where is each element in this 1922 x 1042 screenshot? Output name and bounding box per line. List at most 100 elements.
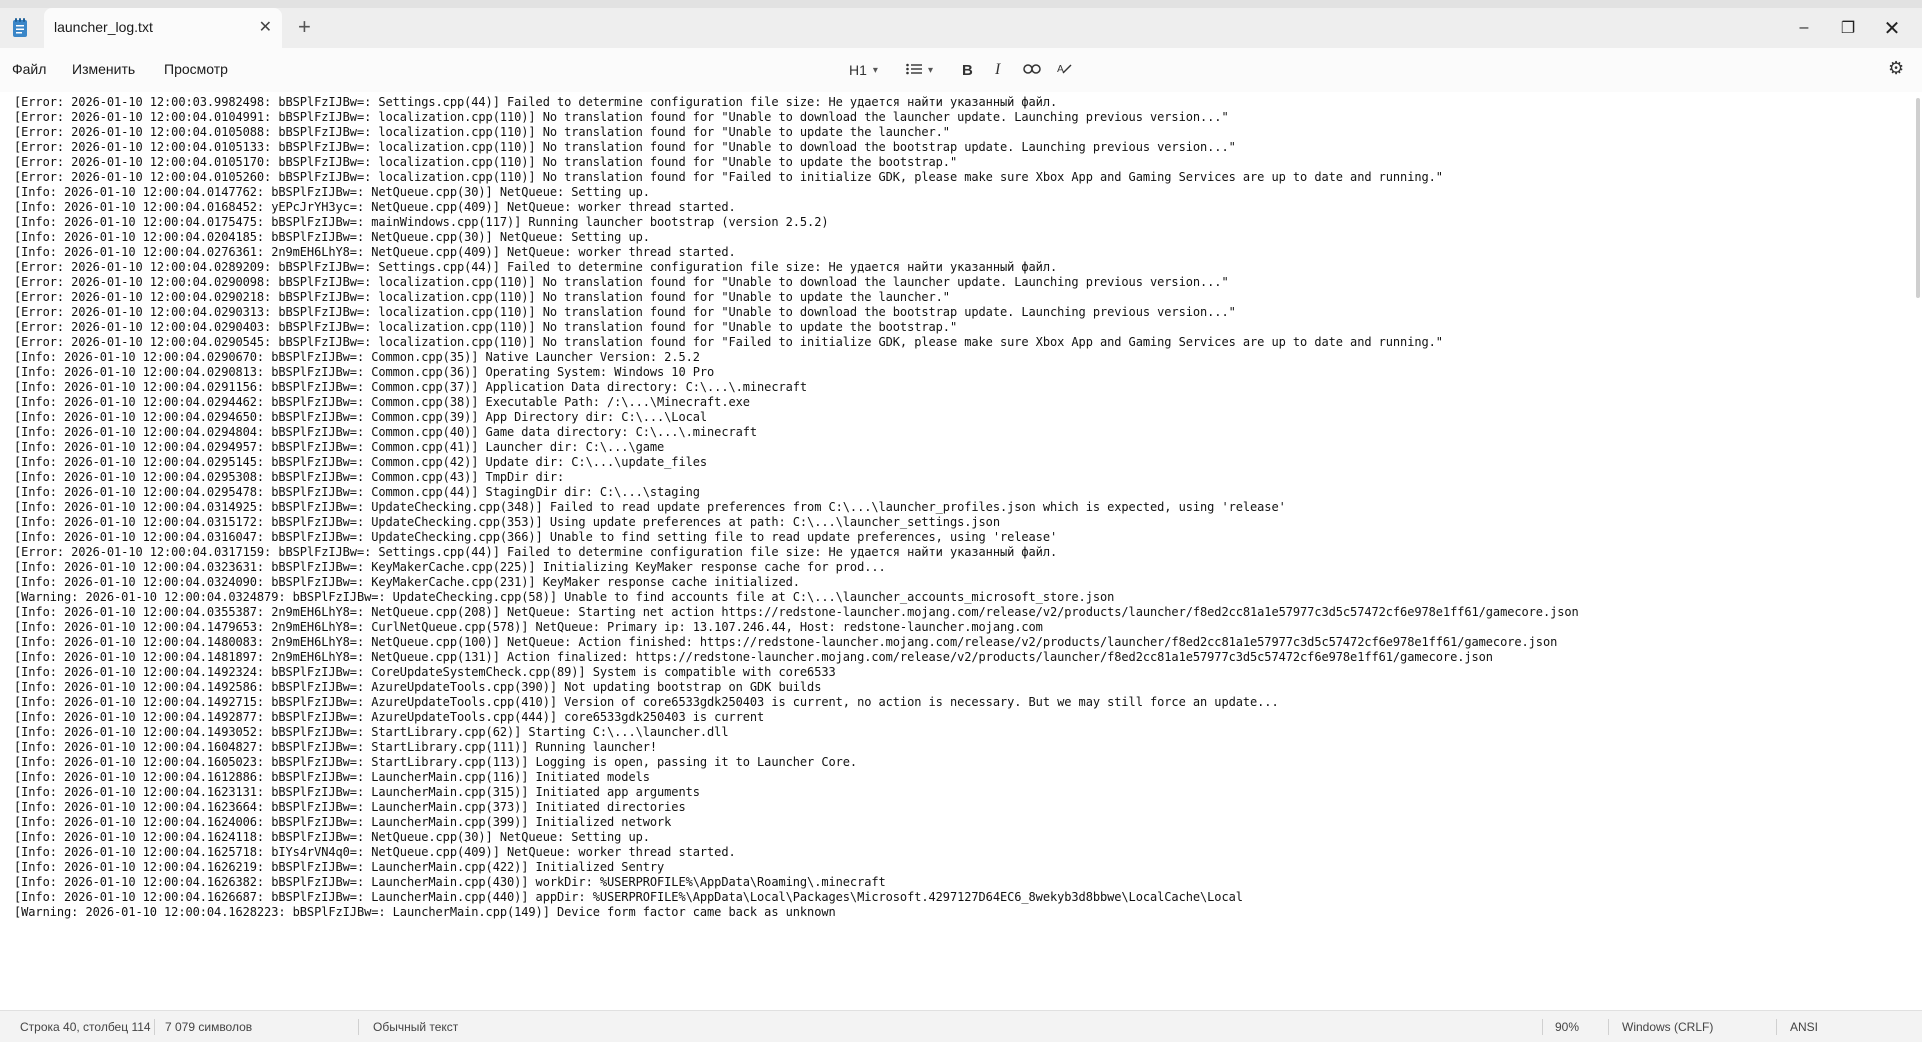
cursor-position: Строка 40, столбец 114 bbox=[20, 1020, 151, 1034]
bold-button[interactable]: B bbox=[962, 56, 973, 84]
text-line[interactable]: [Info: 2026-01-10 12:00:04.1492324: bBSP… bbox=[14, 665, 1894, 680]
text-line[interactable]: [Info: 2026-01-10 12:00:04.0290813: bBSP… bbox=[14, 365, 1894, 380]
text-line[interactable]: [Info: 2026-01-10 12:00:04.0316047: bBSP… bbox=[14, 530, 1894, 545]
text-line[interactable]: [Error: 2026-01-10 12:00:04.0105088: bBS… bbox=[14, 125, 1894, 140]
close-window-button[interactable]: ✕ bbox=[1870, 10, 1914, 46]
text-line[interactable]: [Error: 2026-01-10 12:00:04.0105260: bBS… bbox=[14, 170, 1894, 185]
text-format[interactable]: Обычный текст bbox=[373, 1020, 458, 1034]
text-line[interactable]: [Info: 2026-01-10 12:00:04.0147762: bBSP… bbox=[14, 185, 1894, 200]
heading-label: H1 bbox=[849, 62, 867, 78]
text-line[interactable]: [Error: 2026-01-10 12:00:04.0289209: bBS… bbox=[14, 260, 1894, 275]
text-line[interactable]: [Info: 2026-01-10 12:00:04.0175475: bBSP… bbox=[14, 215, 1894, 230]
text-line[interactable]: [Info: 2026-01-10 12:00:04.0323631: bBSP… bbox=[14, 560, 1894, 575]
text-line[interactable]: [Info: 2026-01-10 12:00:04.1479653: 2n9m… bbox=[14, 620, 1894, 635]
notepad-app-icon bbox=[12, 18, 28, 38]
text-line[interactable]: [Error: 2026-01-10 12:00:04.0290545: bBS… bbox=[14, 335, 1894, 350]
close-tab-icon[interactable]: ✕ bbox=[259, 17, 272, 37]
zoom-level[interactable]: 90% bbox=[1555, 1020, 1579, 1034]
text-line[interactable]: [Info: 2026-01-10 12:00:04.0290670: bBSP… bbox=[14, 350, 1894, 365]
title-bar: launcher_log.txt ✕ + – ❐ ✕ bbox=[0, 0, 1922, 48]
text-line[interactable]: [Info: 2026-01-10 12:00:04.0324090: bBSP… bbox=[14, 575, 1894, 590]
text-line[interactable]: [Info: 2026-01-10 12:00:04.0355387: 2n9m… bbox=[14, 605, 1894, 620]
encoding[interactable]: ANSI bbox=[1790, 1020, 1818, 1034]
text-line[interactable]: [Info: 2026-01-10 12:00:04.0294462: bBSP… bbox=[14, 395, 1894, 410]
text-line[interactable]: [Info: 2026-01-10 12:00:04.1626382: bBSP… bbox=[14, 875, 1894, 890]
vertical-scrollbar[interactable] bbox=[1916, 98, 1920, 298]
maximize-icon: ❐ bbox=[1840, 20, 1856, 37]
menu-edit[interactable]: Изменить bbox=[72, 61, 135, 77]
text-line[interactable]: [Info: 2026-01-10 12:00:04.0295308: bBSP… bbox=[14, 470, 1894, 485]
text-line[interactable]: [Error: 2026-01-10 12:00:04.0290098: bBS… bbox=[14, 275, 1894, 290]
text-line[interactable]: [Error: 2026-01-10 12:00:04.0317159: bBS… bbox=[14, 545, 1894, 560]
text-line[interactable]: [Info: 2026-01-10 12:00:04.1625718: bIYs… bbox=[14, 845, 1894, 860]
text-line[interactable]: [Info: 2026-01-10 12:00:04.0315172: bBSP… bbox=[14, 515, 1894, 530]
chevron-down-icon: ▾ bbox=[928, 64, 934, 76]
menu-view[interactable]: Просмотр bbox=[164, 61, 228, 77]
menu-file[interactable]: Файл bbox=[12, 61, 46, 77]
list-icon bbox=[906, 62, 922, 78]
text-line[interactable]: [Info: 2026-01-10 12:00:04.1623664: bBSP… bbox=[14, 800, 1894, 815]
text-line[interactable]: [Info: 2026-01-10 12:00:04.0294650: bBSP… bbox=[14, 410, 1894, 425]
text-line[interactable]: [Info: 2026-01-10 12:00:04.0168452: yEPc… bbox=[14, 200, 1894, 215]
text-line[interactable]: [Error: 2026-01-10 12:00:03.9982498: bBS… bbox=[14, 95, 1894, 110]
text-line[interactable]: [Info: 2026-01-10 12:00:04.1492586: bBSP… bbox=[14, 680, 1894, 695]
close-icon: ✕ bbox=[1883, 17, 1901, 40]
text-line[interactable]: [Error: 2026-01-10 12:00:04.0105170: bBS… bbox=[14, 155, 1894, 170]
text-line[interactable]: [Error: 2026-01-10 12:00:04.0290403: bBS… bbox=[14, 320, 1894, 335]
text-line[interactable]: [Info: 2026-01-10 12:00:04.1605023: bBSP… bbox=[14, 755, 1894, 770]
divider bbox=[1542, 1019, 1543, 1035]
link-icon bbox=[1023, 62, 1041, 78]
text-line[interactable]: [Info: 2026-01-10 12:00:04.0295478: bBSP… bbox=[14, 485, 1894, 500]
status-bar: Строка 40, столбец 114 7 079 символов Об… bbox=[0, 1010, 1922, 1042]
document-text[interactable]: [Error: 2026-01-10 12:00:03.9982498: bBS… bbox=[14, 95, 1894, 920]
text-line[interactable]: [Info: 2026-01-10 12:00:04.1612886: bBSP… bbox=[14, 770, 1894, 785]
text-line[interactable]: [Error: 2026-01-10 12:00:04.0105133: bBS… bbox=[14, 140, 1894, 155]
chevron-down-icon: ▾ bbox=[872, 64, 878, 76]
divider bbox=[1608, 1019, 1609, 1035]
text-line[interactable]: [Info: 2026-01-10 12:00:04.1493052: bBSP… bbox=[14, 725, 1894, 740]
text-line[interactable]: [Info: 2026-01-10 12:00:04.0291156: bBSP… bbox=[14, 380, 1894, 395]
text-line[interactable]: [Info: 2026-01-10 12:00:04.0276361: 2n9m… bbox=[14, 245, 1894, 260]
text-line[interactable]: [Info: 2026-01-10 12:00:04.0294957: bBSP… bbox=[14, 440, 1894, 455]
text-line[interactable]: [Error: 2026-01-10 12:00:04.0104991: bBS… bbox=[14, 110, 1894, 125]
text-editor[interactable]: [Error: 2026-01-10 12:00:03.9982498: bBS… bbox=[0, 92, 1922, 1010]
minimize-icon: – bbox=[1799, 19, 1809, 36]
link-button[interactable] bbox=[1023, 56, 1041, 84]
text-line[interactable]: [Error: 2026-01-10 12:00:04.0290313: bBS… bbox=[14, 305, 1894, 320]
clear-format-button[interactable]: A bbox=[1056, 56, 1072, 84]
italic-icon: I bbox=[995, 61, 1001, 78]
heading-dropdown[interactable]: H1 ▾ bbox=[849, 56, 878, 84]
text-line[interactable]: [Error: 2026-01-10 12:00:04.0290218: bBS… bbox=[14, 290, 1894, 305]
text-line[interactable]: [Info: 2026-01-10 12:00:04.0204185: bBSP… bbox=[14, 230, 1894, 245]
text-line[interactable]: [Info: 2026-01-10 12:00:04.0314925: bBSP… bbox=[14, 500, 1894, 515]
minimize-button[interactable]: – bbox=[1782, 10, 1826, 46]
gear-icon[interactable]: ⚙ bbox=[1888, 58, 1904, 79]
menu-bar: Файл Изменить Просмотр H1 ▾ ▾ B I A ⚙ bbox=[0, 48, 1922, 92]
italic-button[interactable]: I bbox=[995, 56, 1000, 84]
text-line[interactable]: [Info: 2026-01-10 12:00:04.1481897: 2n9m… bbox=[14, 650, 1894, 665]
text-line[interactable]: [Info: 2026-01-10 12:00:04.1626219: bBSP… bbox=[14, 860, 1894, 875]
divider bbox=[1776, 1019, 1777, 1035]
line-endings[interactable]: Windows (CRLF) bbox=[1622, 1020, 1713, 1034]
text-line[interactable]: [Info: 2026-01-10 12:00:04.0294804: bBSP… bbox=[14, 425, 1894, 440]
text-line[interactable]: [Info: 2026-01-10 12:00:04.1492715: bBSP… bbox=[14, 695, 1894, 710]
text-line[interactable]: [Warning: 2026-01-10 12:00:04.0324879: b… bbox=[14, 590, 1894, 605]
list-dropdown[interactable]: ▾ bbox=[906, 56, 933, 84]
tab-title: launcher_log.txt bbox=[54, 19, 153, 35]
text-line[interactable]: [Info: 2026-01-10 12:00:04.0295145: bBSP… bbox=[14, 455, 1894, 470]
text-line[interactable]: [Warning: 2026-01-10 12:00:04.1628223: b… bbox=[14, 905, 1894, 920]
text-line[interactable]: [Info: 2026-01-10 12:00:04.1623131: bBSP… bbox=[14, 785, 1894, 800]
svg-text:A: A bbox=[1057, 64, 1064, 75]
text-line[interactable]: [Info: 2026-01-10 12:00:04.1492877: bBSP… bbox=[14, 710, 1894, 725]
text-line[interactable]: [Info: 2026-01-10 12:00:04.1624118: bBSP… bbox=[14, 830, 1894, 845]
tab-launcher-log[interactable]: launcher_log.txt ✕ bbox=[44, 8, 282, 48]
divider bbox=[358, 1019, 359, 1035]
text-line[interactable]: [Info: 2026-01-10 12:00:04.1624006: bBSP… bbox=[14, 815, 1894, 830]
maximize-button[interactable]: ❐ bbox=[1826, 10, 1870, 46]
divider bbox=[154, 1019, 155, 1035]
clear-format-icon: A bbox=[1056, 61, 1072, 80]
text-line[interactable]: [Info: 2026-01-10 12:00:04.1604827: bBSP… bbox=[14, 740, 1894, 755]
text-line[interactable]: [Info: 2026-01-10 12:00:04.1626687: bBSP… bbox=[14, 890, 1894, 905]
new-tab-button[interactable]: + bbox=[298, 14, 311, 40]
text-line[interactable]: [Info: 2026-01-10 12:00:04.1480083: 2n9m… bbox=[14, 635, 1894, 650]
